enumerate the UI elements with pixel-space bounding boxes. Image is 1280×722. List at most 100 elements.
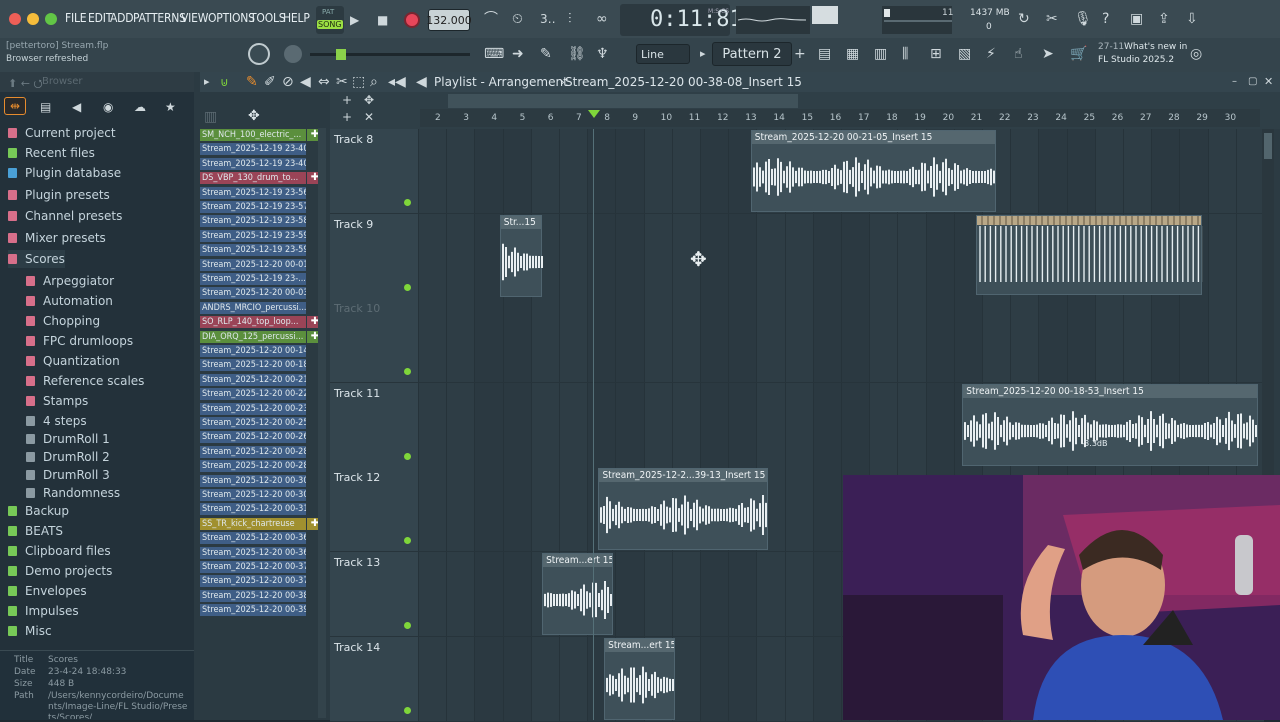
- playback-tool-icon[interactable]: ◂◀: [388, 75, 406, 89]
- snap-select[interactable]: Line: [636, 44, 690, 64]
- mixer-icon[interactable]: ⫼: [902, 47, 908, 61]
- audio-clip[interactable]: Stream...ert 15: [542, 553, 613, 635]
- channel-item[interactable]: Stream_2025-12-20 00-01-...: [200, 258, 306, 271]
- track-header[interactable]: Track 14: [330, 636, 418, 722]
- menu-view[interactable]: VIEW: [181, 11, 208, 25]
- browser-item[interactable]: Current project: [8, 124, 116, 142]
- arrow-right-icon[interactable]: ➜: [512, 47, 524, 61]
- menu-patterns[interactable]: PATTERNS: [133, 11, 186, 25]
- channel-item[interactable]: Stream_2025-12-20 00-36-...: [200, 546, 306, 559]
- channel-item[interactable]: Stream_2025-12-20 00-25-...: [200, 417, 306, 429]
- browser-item[interactable]: Automation: [26, 292, 113, 310]
- browser-item[interactable]: Plugin presets: [8, 186, 110, 204]
- channel-item[interactable]: Stream_2025-12-20 00-14-...: [200, 345, 306, 357]
- step-edit-icon[interactable]: ⫶: [568, 12, 572, 26]
- master-pitch-knob[interactable]: [284, 45, 302, 63]
- pattern-prev-icon[interactable]: ▸: [700, 47, 706, 61]
- channel-icon[interactable]: ⊞: [930, 47, 942, 61]
- browser-item[interactable]: Reference scales: [26, 372, 144, 390]
- channel-item[interactable]: Stream_2025-12-19 23-56-...: [200, 186, 306, 199]
- playlist-arrow-icon[interactable]: ▸: [204, 75, 210, 89]
- help-icon[interactable]: ?: [1102, 12, 1109, 26]
- browser-item[interactable]: Recent files: [8, 144, 95, 162]
- channel-item[interactable]: SS_TR_kick_chartreuse: [200, 517, 306, 530]
- browser-favorites-tab[interactable]: ★: [165, 100, 176, 114]
- overview-move-icon[interactable]: ✥: [364, 93, 374, 107]
- menu-file[interactable]: FILE: [65, 11, 87, 25]
- channel-item[interactable]: Stream_2025-12-20 00-28-...: [200, 460, 306, 473]
- remove-marker-icon[interactable]: ✕: [364, 110, 374, 124]
- cart-icon[interactable]: 🛒: [1070, 47, 1087, 61]
- menu-help[interactable]: HELP: [283, 11, 310, 25]
- browser-item[interactable]: DrumRoll 3: [26, 466, 110, 484]
- pat-song-toggle[interactable]: PAT SONG: [316, 6, 344, 34]
- plugin-icon[interactable]: ⚡: [986, 47, 996, 61]
- audio-clip[interactable]: [976, 214, 1202, 295]
- browser-item[interactable]: DrumRoll 2: [26, 448, 110, 466]
- channel-item[interactable]: Stream_2025-12-20 00-03-...: [200, 287, 306, 300]
- track-enable-led[interactable]: [404, 706, 411, 714]
- zoom-window-button[interactable]: [45, 13, 57, 25]
- record-button[interactable]: [404, 12, 420, 28]
- minimize-window-button[interactable]: [27, 13, 39, 25]
- delete-tool-icon[interactable]: ⊘: [282, 75, 294, 89]
- browser-item[interactable]: Randomness: [26, 484, 120, 502]
- fast-icon[interactable]: ➤: [1042, 47, 1054, 61]
- browser-plugin-tab[interactable]: ◉: [103, 100, 113, 114]
- browser-item[interactable]: Impulses: [8, 602, 79, 620]
- channel-scrollbar[interactable]: [318, 128, 326, 718]
- channel-item[interactable]: Stream_2025-12-20 00-30-...: [200, 489, 306, 501]
- track-lane[interactable]: [418, 298, 1264, 384]
- channel-item[interactable]: Stream_2025-12-20 00-22-...: [200, 388, 306, 401]
- save-icon[interactable]: ▣: [1130, 12, 1143, 26]
- export-icon[interactable]: ⇪: [1158, 12, 1170, 26]
- browser-item[interactable]: Scores: [8, 250, 65, 268]
- channel-item[interactable]: Stream_2025-12-19 23-59-...: [200, 229, 306, 242]
- browser-item[interactable]: Arpeggiator: [26, 272, 114, 290]
- tempo-display[interactable]: 132.000: [426, 9, 472, 31]
- track-enable-led[interactable]: [404, 283, 411, 291]
- zoom-tool-icon[interactable]: ⌕: [370, 75, 378, 89]
- play-icon[interactable]: ▶: [350, 13, 359, 27]
- browser-item[interactable]: Quantization: [26, 352, 120, 370]
- channel-rack-icon[interactable]: ▦: [846, 47, 859, 61]
- track-enable-led[interactable]: [404, 537, 411, 545]
- master-slider[interactable]: [310, 49, 470, 60]
- browser-all-tab[interactable]: ⇹: [4, 97, 26, 115]
- stop-icon[interactable]: ■: [377, 13, 388, 27]
- globe-icon[interactable]: ◎: [1190, 47, 1202, 61]
- menu-edit[interactable]: EDIT: [88, 11, 112, 25]
- slip-tool-icon[interactable]: ⇔: [318, 75, 330, 89]
- track-header[interactable]: Track 8: [330, 129, 418, 214]
- channel-item[interactable]: Stream_2025-12-20 00-36-...: [200, 532, 306, 545]
- channel-item[interactable]: SO_RLP_140_top_loop...: [200, 316, 306, 329]
- arrangement-name[interactable]: Stream_2025-12-20 00-38-08_Insert 15: [565, 75, 802, 89]
- browser-audio-tab[interactable]: ◀: [72, 100, 81, 114]
- magnet-icon[interactable]: ⊍: [220, 75, 229, 89]
- pattern-selector[interactable]: Pattern 2: [712, 42, 792, 66]
- mute-tool-icon[interactable]: ◀: [300, 75, 311, 89]
- track-enable-led[interactable]: [404, 199, 411, 206]
- channel-item[interactable]: SM_NCH_100_electric_...: [200, 129, 306, 141]
- channel-item[interactable]: Stream_2025-12-19 23-...: [200, 273, 306, 285]
- channel-item[interactable]: DS_VBP_130_drum_to...: [200, 172, 306, 185]
- channel-item[interactable]: Stream_2025-12-20 00-26-...: [200, 431, 306, 444]
- channel-item[interactable]: Stream_2025-12-20 00-39-...: [200, 604, 306, 617]
- metronome-icon[interactable]: ⌒: [484, 12, 498, 26]
- channel-item[interactable]: Stream_2025-12-20 00-18-...: [200, 359, 306, 372]
- browser-item[interactable]: BEATS: [8, 522, 63, 540]
- paint-tool-icon[interactable]: ✐: [264, 75, 276, 89]
- menu-tools[interactable]: TOOLS: [250, 11, 286, 25]
- channel-item[interactable]: Stream_2025-12-20 00-23-...: [200, 402, 306, 415]
- add-pattern-icon[interactable]: +: [794, 47, 806, 61]
- browser-item[interactable]: Demo projects: [8, 562, 112, 580]
- song-overview-scrollbar[interactable]: [448, 94, 798, 108]
- pencil-icon[interactable]: ✎: [540, 47, 552, 61]
- track-header[interactable]: Track 13: [330, 552, 418, 637]
- close-window-button[interactable]: [9, 13, 21, 25]
- browser-item[interactable]: Envelopes: [8, 582, 87, 600]
- add-track-icon[interactable]: +: [342, 93, 352, 107]
- browser-icon[interactable]: ▧: [958, 47, 971, 61]
- browser-item[interactable]: Backup: [8, 502, 69, 520]
- microphone-icon[interactable]: 🎙: [1074, 12, 1092, 26]
